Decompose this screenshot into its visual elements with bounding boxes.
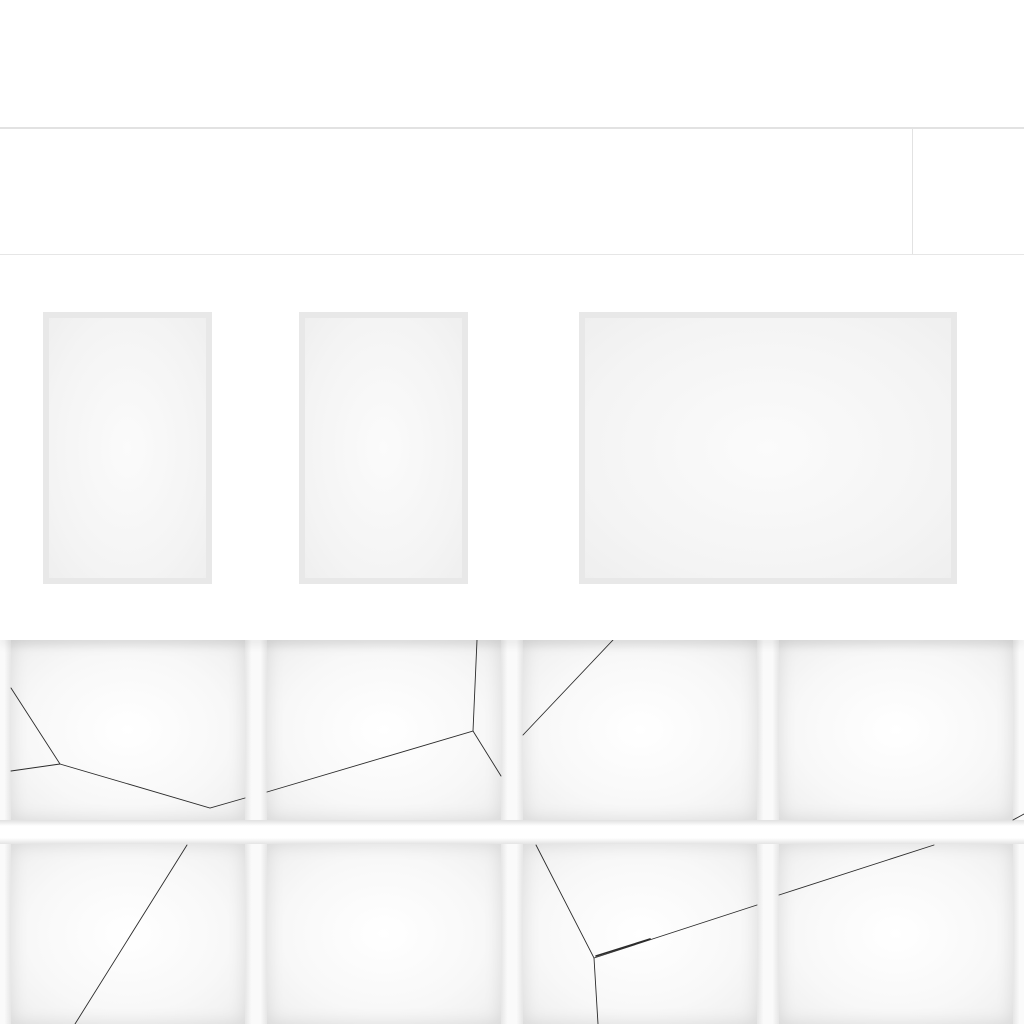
crack-line	[593, 957, 599, 1024]
crack-line	[778, 844, 935, 896]
crack-line	[522, 640, 614, 736]
crack-line	[535, 844, 758, 959]
middle-band-divider	[912, 129, 913, 254]
crack-line	[266, 640, 478, 793]
top-band	[0, 0, 1024, 129]
crack-line	[10, 763, 61, 772]
tile-grid	[0, 640, 1024, 1024]
panel-right-wide	[579, 312, 957, 584]
crack-line	[595, 938, 651, 957]
crack-line	[472, 730, 502, 777]
crack-lines	[10, 640, 1024, 1024]
crack-line	[1012, 813, 1024, 821]
panel-band	[0, 255, 1024, 640]
crack-line	[10, 687, 246, 809]
panel-center	[299, 312, 468, 584]
crack-line	[74, 844, 188, 1024]
middle-band	[0, 129, 1024, 255]
panel-left	[43, 312, 212, 584]
